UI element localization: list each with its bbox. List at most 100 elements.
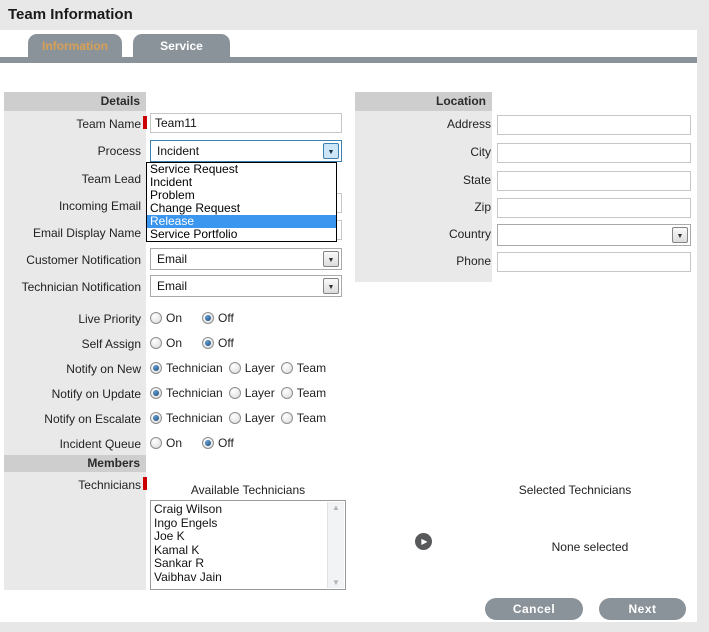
phone-input[interactable] <box>497 252 691 272</box>
notify-on-update-technician-label: Technician <box>166 386 223 400</box>
incoming-email-label: Incoming Email <box>58 199 141 213</box>
self-assign-on-radio[interactable] <box>150 337 162 349</box>
live-priority-off-radio[interactable] <box>202 312 215 324</box>
selected-technicians-heading: Selected Technicians <box>518 483 632 497</box>
notify-on-update-team-radio[interactable] <box>280 387 293 399</box>
notify-on-escalate-layer-label: Layer <box>244 411 275 425</box>
listbox-scrollbar[interactable]: ▲ ▼ <box>327 502 344 588</box>
state-label: State <box>462 173 491 187</box>
content-panel: Information Service Details Location Mem… <box>0 30 697 622</box>
notify-on-escalate-radio-group: Technician Layer Team <box>150 411 326 425</box>
live-priority-off-label: Off <box>218 311 234 325</box>
technician-list-item[interactable]: Kamal K <box>154 543 325 558</box>
scroll-up-icon[interactable]: ▲ <box>328 503 344 512</box>
customer-notification-select[interactable]: Email <box>150 248 342 270</box>
process-label: Process <box>97 144 141 158</box>
team-name-label: Team Name <box>76 117 141 131</box>
selected-technicians-empty-text: None selected <box>551 540 629 554</box>
process-dropdown-list: Service Request Incident Problem Change … <box>146 162 337 242</box>
self-assign-off-radio[interactable] <box>202 337 215 349</box>
live-priority-on-radio[interactable] <box>150 312 162 324</box>
scroll-down-icon[interactable]: ▼ <box>328 578 344 587</box>
state-input[interactable] <box>497 171 691 191</box>
members-section-header: Members <box>4 455 146 472</box>
notify-on-new-technician-label: Technician <box>166 361 223 375</box>
cancel-button[interactable]: Cancel <box>485 598 583 620</box>
page-title: Team Information <box>8 6 133 23</box>
notify-on-escalate-technician-radio[interactable] <box>150 412 162 424</box>
details-section-header: Details <box>4 92 146 111</box>
tab-service[interactable]: Service <box>133 34 230 58</box>
process-select[interactable]: Incident <box>150 140 342 162</box>
notify-on-escalate-technician-label: Technician <box>166 411 223 425</box>
incident-queue-on-label: On <box>166 436 183 450</box>
notify-on-update-layer-radio[interactable] <box>228 387 241 399</box>
notify-on-escalate-layer-radio[interactable] <box>228 412 241 424</box>
country-select[interactable] <box>497 224 691 246</box>
process-select-value: Incident <box>157 144 200 158</box>
email-display-name-label: Email Display Name <box>32 226 141 240</box>
customer-notification-label: Customer Notification <box>26 253 141 267</box>
chevron-down-icon[interactable] <box>672 227 688 243</box>
incident-queue-radio-group: On Off <box>150 436 234 450</box>
process-option-service-portfolio[interactable]: Service Portfolio <box>147 228 336 241</box>
address-input[interactable] <box>497 115 691 135</box>
notify-on-update-radio-group: Technician Layer Team <box>150 386 326 400</box>
technician-list-item[interactable]: Craig Wilson <box>154 502 325 517</box>
notify-on-new-team-radio[interactable] <box>280 362 293 374</box>
team-information-window: Team Information Information Service Det… <box>0 0 709 632</box>
live-priority-radio-group: On Off <box>150 311 234 325</box>
address-label: Address <box>446 117 491 131</box>
technician-list-item[interactable]: Joe K <box>154 529 325 544</box>
next-button[interactable]: Next <box>599 598 686 620</box>
technicians-required-marker <box>143 477 147 490</box>
chevron-down-icon[interactable] <box>323 143 339 159</box>
technician-notification-value: Email <box>157 279 188 293</box>
zip-input[interactable] <box>497 198 691 218</box>
location-section-header: Location <box>355 92 492 111</box>
notify-on-update-label: Notify on Update <box>51 387 141 401</box>
city-label: City <box>470 145 491 159</box>
technician-list-item[interactable]: Sankar R <box>154 556 325 571</box>
play-right-icon: ▶ <box>421 537 428 546</box>
notify-on-update-technician-radio[interactable] <box>150 387 162 399</box>
self-assign-on-label: On <box>166 336 183 350</box>
phone-label: Phone <box>456 254 491 268</box>
technician-list-item[interactable]: Ingo Engels <box>154 516 325 531</box>
notify-on-new-team-label: Team <box>296 361 327 375</box>
notify-on-new-radio-group: Technician Layer Team <box>150 361 326 375</box>
notify-on-new-label: Notify on New <box>66 362 141 376</box>
tab-information[interactable]: Information <box>28 34 122 58</box>
notify-on-new-layer-label: Layer <box>244 361 275 375</box>
country-label: Country <box>448 227 491 241</box>
technicians-label: Technicians <box>78 478 141 492</box>
notify-on-escalate-team-label: Team <box>296 411 327 425</box>
incident-queue-off-radio[interactable] <box>202 437 215 449</box>
incident-queue-label: Incident Queue <box>59 437 141 451</box>
team-lead-label: Team Lead <box>81 172 141 186</box>
tab-underline <box>0 57 697 63</box>
notify-on-escalate-team-radio[interactable] <box>280 412 293 424</box>
notify-on-update-layer-label: Layer <box>244 386 275 400</box>
live-priority-label: Live Priority <box>78 312 141 326</box>
incident-queue-on-radio[interactable] <box>150 437 162 449</box>
team-name-required-marker <box>143 116 147 129</box>
move-right-button[interactable]: ▶ <box>415 533 432 550</box>
notify-on-escalate-label: Notify on Escalate <box>44 412 141 426</box>
notify-on-new-technician-radio[interactable] <box>150 362 162 374</box>
technician-notification-select[interactable]: Email <box>150 275 342 297</box>
live-priority-on-label: On <box>166 311 183 325</box>
notify-on-new-layer-radio[interactable] <box>228 362 241 374</box>
technician-notification-label: Technician Notification <box>21 280 141 294</box>
team-name-input[interactable] <box>150 113 342 133</box>
chevron-down-icon[interactable] <box>323 251 339 267</box>
title-bar: Team Information <box>0 0 709 30</box>
technician-list-item[interactable]: Vaibhav Jain <box>154 570 325 585</box>
available-technicians-heading: Available Technicians <box>190 483 306 497</box>
self-assign-off-label: Off <box>218 336 234 350</box>
self-assign-label: Self Assign <box>81 337 141 351</box>
city-input[interactable] <box>497 143 691 163</box>
chevron-down-icon[interactable] <box>323 278 339 294</box>
incident-queue-off-label: Off <box>218 436 234 450</box>
available-technicians-listbox[interactable]: Craig Wilson Ingo Engels Joe K Kamal K S… <box>150 500 346 590</box>
